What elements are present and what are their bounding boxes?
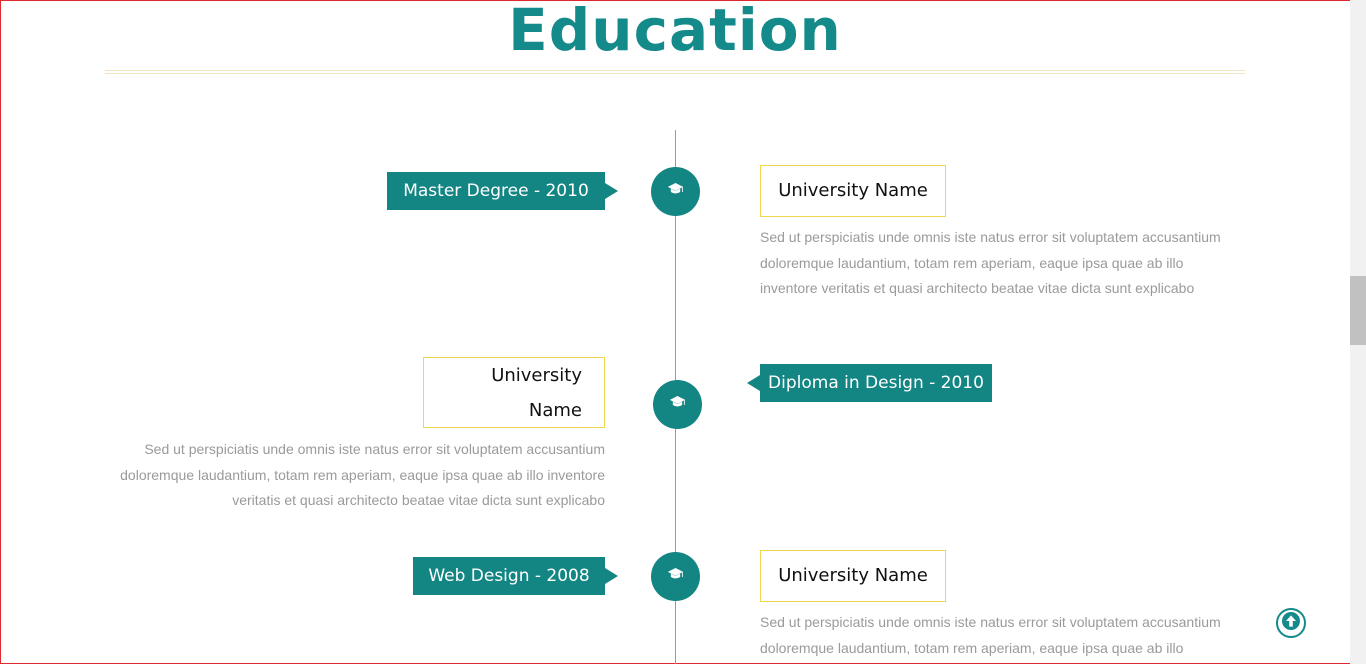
scrollbar-thumb[interactable] [1350, 276, 1366, 345]
timeline-tag-label: Web Design - 2008 [428, 566, 590, 586]
tag-pointer [605, 568, 618, 584]
university-name: University Name [778, 180, 928, 201]
timeline-tag: Web Design - 2008 [413, 557, 618, 595]
section-title: Education [508, 0, 842, 64]
title-divider [105, 70, 1245, 71]
graduation-cap-icon [669, 395, 686, 414]
entry-description: Sed ut perspiciatis unde omnis iste natu… [120, 441, 605, 508]
graduation-cap-icon [667, 567, 684, 586]
title-divider [105, 73, 1245, 74]
back-to-top-button[interactable] [1276, 608, 1306, 638]
timeline-node [653, 380, 702, 429]
timeline-tag-label: Diploma in Design - 2010 [768, 373, 984, 393]
timeline-tag: Diploma in Design - 2010 [747, 364, 992, 402]
arrow-up-circle-icon [1282, 611, 1300, 635]
timeline-node [651, 552, 700, 601]
timeline-tag: Master Degree - 2010 [387, 172, 618, 210]
timeline-tag-label: Master Degree - 2010 [403, 181, 589, 201]
entry-description: Sed ut perspiciatis unde omnis iste natu… [760, 614, 1221, 656]
university-name: University Name [491, 365, 582, 421]
entry-description: Sed ut perspiciatis unde omnis iste natu… [760, 229, 1221, 296]
tag-pointer [605, 183, 618, 199]
tag-pointer [747, 375, 760, 391]
university-card: University Name [760, 165, 946, 217]
timeline-node [651, 167, 700, 216]
graduation-cap-icon [667, 182, 684, 201]
university-card: University Name [760, 550, 946, 602]
university-name: University Name [778, 565, 928, 586]
university-card: University Name [423, 357, 605, 428]
